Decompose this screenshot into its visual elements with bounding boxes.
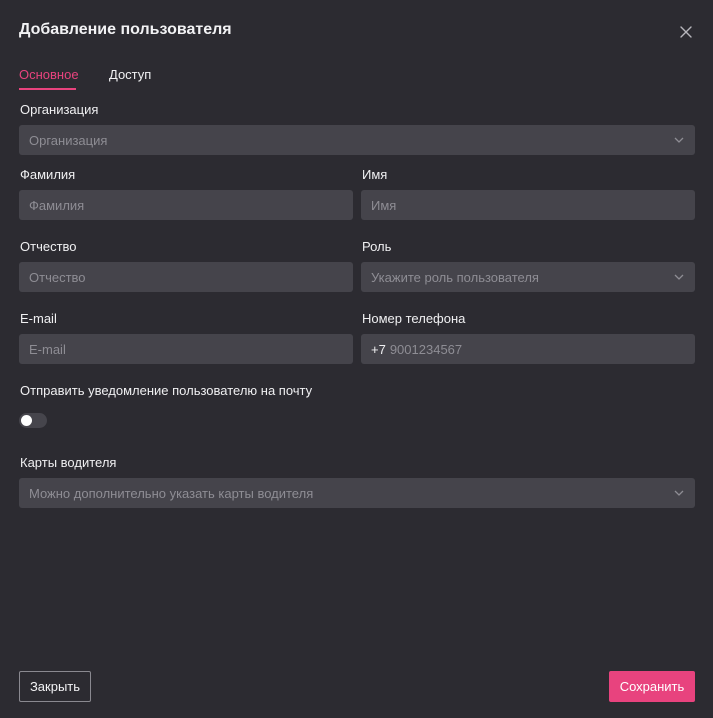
- tab-access[interactable]: Доступ: [109, 67, 151, 82]
- last-name-label: Фамилия: [20, 167, 76, 182]
- add-user-dialog: Добавление пользователя Основное Доступ …: [0, 0, 713, 718]
- tab-main-label: Основное: [19, 67, 79, 82]
- role-label: Роль: [362, 239, 392, 254]
- phone-label: Номер телефона: [362, 311, 466, 326]
- first-name-label: Имя: [362, 167, 388, 182]
- dialog-title: Добавление пользователя: [19, 21, 232, 38]
- notify-label: Отправить уведомление пользователю на по…: [20, 383, 313, 398]
- phone-placeholder: 9001234567: [389, 341, 463, 357]
- role-select[interactable]: Укажите роль пользователя: [361, 262, 695, 292]
- driver-cards-select[interactable]: Можно дополнительно указать карты водите…: [19, 478, 695, 508]
- driver-cards-label: Карты водителя: [20, 455, 117, 470]
- email-input[interactable]: E-mail: [19, 334, 353, 364]
- close-button-label: Закрыть: [29, 679, 81, 694]
- close-icon[interactable]: [678, 24, 694, 40]
- organization-placeholder: Организация: [29, 132, 108, 148]
- active-tab-indicator: [19, 88, 76, 90]
- middle-name-placeholder: Отчество: [29, 269, 86, 285]
- close-button[interactable]: Закрыть: [19, 671, 91, 702]
- save-button[interactable]: Сохранить: [609, 671, 695, 702]
- middle-name-input[interactable]: Отчество: [19, 262, 353, 292]
- phone-country-code: +7: [371, 341, 386, 357]
- email-label: E-mail: [20, 311, 57, 326]
- last-name-input[interactable]: Фамилия: [19, 190, 353, 220]
- chevron-down-icon: [674, 490, 684, 496]
- email-placeholder: E-mail: [29, 341, 66, 357]
- role-placeholder: Укажите роль пользователя: [371, 269, 539, 285]
- toggle-knob: [21, 415, 32, 426]
- save-button-label: Сохранить: [619, 679, 685, 694]
- first-name-input[interactable]: Имя: [361, 190, 695, 220]
- tab-main[interactable]: Основное: [19, 67, 79, 82]
- chevron-down-icon: [674, 137, 684, 143]
- driver-cards-placeholder: Можно дополнительно указать карты водите…: [29, 485, 314, 501]
- first-name-placeholder: Имя: [371, 197, 397, 213]
- last-name-placeholder: Фамилия: [29, 197, 85, 213]
- tab-access-label: Доступ: [109, 67, 152, 82]
- phone-input[interactable]: +7 9001234567: [361, 334, 695, 364]
- middle-name-label: Отчество: [20, 239, 77, 254]
- organization-label: Организация: [20, 102, 99, 117]
- chevron-down-icon: [674, 274, 684, 280]
- notify-toggle[interactable]: [19, 413, 47, 428]
- organization-select[interactable]: Организация: [19, 125, 695, 155]
